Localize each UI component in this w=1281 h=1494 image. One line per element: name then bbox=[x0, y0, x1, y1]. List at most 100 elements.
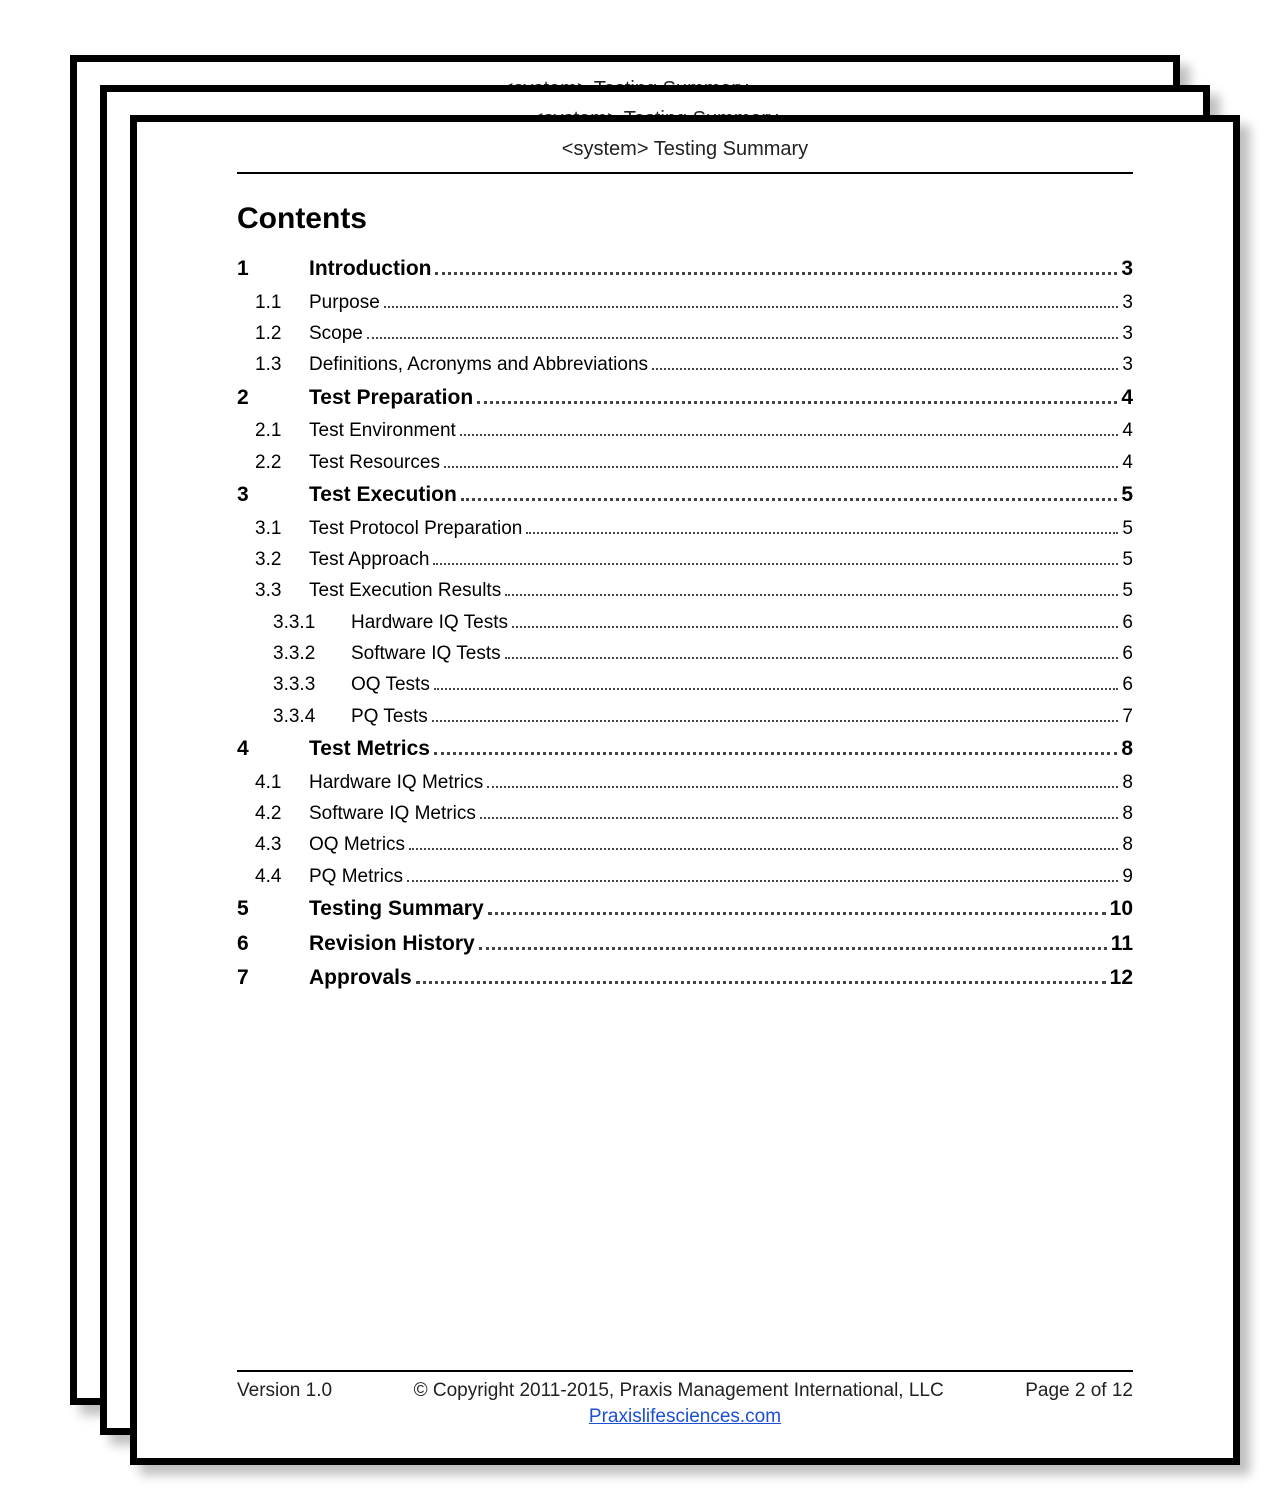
toc-entry-title: Test Approach bbox=[309, 544, 429, 575]
toc-entry-page: 9 bbox=[1122, 861, 1133, 892]
toc-entry-title: Definitions, Acronyms and Abbreviations bbox=[309, 349, 648, 380]
toc-entry-title: PQ Tests bbox=[339, 701, 428, 732]
toc-entry-title: Approvals bbox=[309, 961, 412, 996]
toc-entry-number: 1.1 bbox=[255, 287, 309, 318]
toc-entry[interactable]: 3.3.2Software IQ Tests6 bbox=[237, 638, 1133, 669]
toc-entry-title: Test Environment bbox=[309, 415, 456, 446]
toc-entry-title: Revision History bbox=[309, 927, 475, 962]
toc-entry-page: 8 bbox=[1122, 829, 1133, 860]
toc-entry-title: Test Execution Results bbox=[309, 575, 501, 606]
toc-entry[interactable]: 3.3Test Execution Results5 bbox=[237, 575, 1133, 606]
toc-leader-dots bbox=[434, 752, 1117, 755]
toc-entry-page: 5 bbox=[1122, 513, 1133, 544]
toc-entry-page: 6 bbox=[1122, 607, 1133, 638]
footer-divider bbox=[237, 1370, 1133, 1372]
toc-entry-number: 3 bbox=[237, 478, 309, 513]
toc-entry-page: 3 bbox=[1122, 349, 1133, 380]
toc-entry[interactable]: 4.3OQ Metrics8 bbox=[237, 829, 1133, 860]
toc-entry-number: 4.2 bbox=[255, 798, 309, 829]
table-of-contents: 1Introduction31.1Purpose31.2Scope31.3Def… bbox=[237, 252, 1133, 996]
toc-entry-page: 8 bbox=[1122, 798, 1133, 829]
toc-leader-dots bbox=[512, 626, 1118, 628]
toc-entry-title: Test Protocol Preparation bbox=[309, 513, 522, 544]
toc-entry-number: 3.3.3 bbox=[273, 669, 339, 700]
toc-entry-title: Test Execution bbox=[309, 478, 457, 513]
toc-entry-title: Software IQ Metrics bbox=[309, 798, 476, 829]
toc-entry-number: 2.1 bbox=[255, 415, 309, 446]
toc-leader-dots bbox=[505, 594, 1118, 596]
toc-entry-number: 3.3.2 bbox=[273, 638, 339, 669]
toc-leader-dots bbox=[480, 817, 1119, 819]
toc-entry[interactable]: 4Test Metrics8 bbox=[237, 732, 1133, 767]
toc-entry-number: 4.3 bbox=[255, 829, 309, 860]
toc-entry-title: Purpose bbox=[309, 287, 380, 318]
toc-entry-number: 3.2 bbox=[255, 544, 309, 575]
toc-entry[interactable]: 2Test Preparation4 bbox=[237, 381, 1133, 416]
toc-leader-dots bbox=[526, 532, 1118, 534]
toc-entry-number: 4 bbox=[237, 732, 309, 767]
toc-leader-dots bbox=[479, 947, 1107, 950]
toc-entry-number: 6 bbox=[237, 927, 309, 962]
toc-leader-dots bbox=[384, 306, 1119, 308]
toc-leader-dots bbox=[477, 401, 1117, 404]
toc-entry[interactable]: 3.1Test Protocol Preparation 5 bbox=[237, 513, 1133, 544]
contents-heading: Contents bbox=[237, 202, 1133, 236]
toc-leader-dots bbox=[432, 720, 1119, 722]
toc-entry-title: PQ Metrics bbox=[309, 861, 403, 892]
header-divider bbox=[237, 172, 1133, 174]
toc-entry-number: 4.1 bbox=[255, 767, 309, 798]
toc-entry-page: 11 bbox=[1111, 927, 1133, 962]
toc-entry-page: 12 bbox=[1110, 961, 1133, 996]
toc-entry-number: 3.3.4 bbox=[273, 701, 339, 732]
toc-entry[interactable]: 4.2Software IQ Metrics 8 bbox=[237, 798, 1133, 829]
toc-leader-dots bbox=[434, 688, 1119, 690]
page-header-title: <system> Testing Summary bbox=[137, 138, 1233, 161]
footer-version: Version 1.0 bbox=[237, 1380, 332, 1402]
toc-entry-page: 8 bbox=[1121, 732, 1133, 767]
toc-entry[interactable]: 2.1Test Environment 4 bbox=[237, 415, 1133, 446]
toc-entry[interactable]: 6Revision History 11 bbox=[237, 927, 1133, 962]
toc-entry-title: Introduction bbox=[309, 252, 431, 287]
toc-entry[interactable]: 2.2Test Resources 4 bbox=[237, 447, 1133, 478]
toc-entry-number: 1.3 bbox=[255, 349, 309, 380]
toc-entry[interactable]: 3.3.4PQ Tests7 bbox=[237, 701, 1133, 732]
footer-link[interactable]: Praxislifesciences.com bbox=[589, 1406, 781, 1427]
toc-leader-dots bbox=[505, 657, 1119, 659]
toc-entry[interactable]: 3Test Execution5 bbox=[237, 478, 1133, 513]
toc-entry[interactable]: 3.3.1Hardware IQ Tests 6 bbox=[237, 607, 1133, 638]
toc-entry[interactable]: 7Approvals 12 bbox=[237, 961, 1133, 996]
toc-entry-number: 1 bbox=[237, 252, 309, 287]
toc-entry-title: Software IQ Tests bbox=[339, 638, 501, 669]
toc-entry-number: 7 bbox=[237, 961, 309, 996]
toc-leader-dots bbox=[488, 912, 1106, 915]
footer-copyright: © Copyright 2011-2015, Praxis Management… bbox=[414, 1380, 944, 1402]
toc-entry[interactable]: 1.2Scope3 bbox=[237, 318, 1133, 349]
toc-entry-number: 4.4 bbox=[255, 861, 309, 892]
toc-entry-page: 5 bbox=[1122, 575, 1133, 606]
toc-entry-title: Hardware IQ Tests bbox=[339, 607, 508, 638]
toc-entry-page: 4 bbox=[1122, 447, 1133, 478]
toc-entry-number: 2 bbox=[237, 381, 309, 416]
toc-entry[interactable]: 1.3Definitions, Acronyms and Abbreviatio… bbox=[237, 349, 1133, 380]
footer-page: Page 2 of 12 bbox=[1025, 1380, 1133, 1402]
toc-entry[interactable]: 5Testing Summary10 bbox=[237, 892, 1133, 927]
toc-entry-title: Hardware IQ Metrics bbox=[309, 767, 483, 798]
toc-leader-dots bbox=[460, 434, 1119, 436]
toc-entry[interactable]: 3.3.3OQ Tests6 bbox=[237, 669, 1133, 700]
toc-entry-number: 3.3.1 bbox=[273, 607, 339, 638]
toc-entry-title: Test Resources bbox=[309, 447, 440, 478]
toc-entry-page: 6 bbox=[1122, 669, 1133, 700]
toc-entry[interactable]: 1.1Purpose 3 bbox=[237, 287, 1133, 318]
toc-entry-title: Test Preparation bbox=[309, 381, 473, 416]
toc-entry-title: Scope bbox=[309, 318, 363, 349]
toc-entry[interactable]: 1Introduction3 bbox=[237, 252, 1133, 287]
toc-entry[interactable]: 4.1Hardware IQ Metrics8 bbox=[237, 767, 1133, 798]
toc-entry[interactable]: 4.4PQ Metrics 9 bbox=[237, 861, 1133, 892]
toc-entry[interactable]: 3.2Test Approach 5 bbox=[237, 544, 1133, 575]
toc-entry-number: 3.1 bbox=[255, 513, 309, 544]
toc-entry-page: 3 bbox=[1122, 287, 1133, 318]
toc-entry-number: 2.2 bbox=[255, 447, 309, 478]
toc-entry-page: 4 bbox=[1122, 415, 1133, 446]
toc-leader-dots bbox=[444, 466, 1118, 468]
toc-entry-page: 5 bbox=[1122, 544, 1133, 575]
